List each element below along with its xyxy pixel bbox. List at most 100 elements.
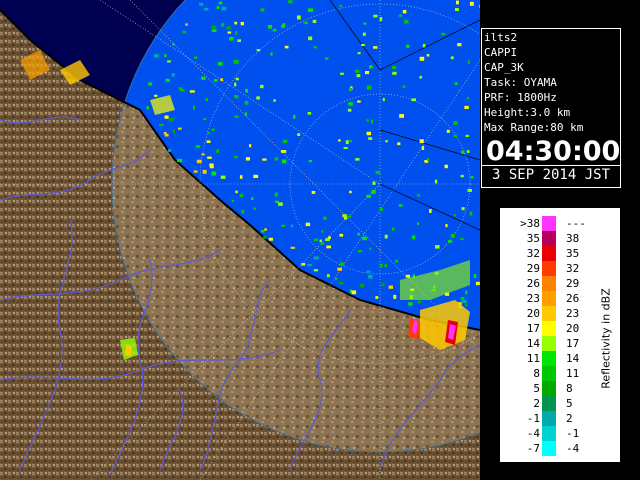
legend-lower-bound: 8 [533, 367, 540, 380]
echo-pixel [235, 77, 239, 81]
echo-pixel [281, 24, 285, 28]
echo-pixel [326, 245, 331, 249]
echo-pixel [382, 98, 385, 102]
echo-pixel [340, 72, 344, 75]
echo-pixel [220, 175, 226, 179]
echo-pixel [349, 139, 352, 143]
echo-pixel [399, 114, 404, 118]
echo-pixel [171, 73, 175, 77]
echo-pixel [205, 98, 209, 102]
echo-pixel [320, 242, 324, 245]
echo-pixel [172, 43, 175, 46]
legend-lower-bound: >38 [520, 217, 540, 230]
echo-pixel [435, 245, 440, 249]
echo-pixel [357, 250, 363, 253]
echo-pixel [260, 8, 265, 12]
echo-pixel [419, 75, 422, 79]
legend-lower-bound: 26 [526, 277, 540, 290]
legend-color-swatch [542, 441, 556, 456]
legend-upper-bound: 38 [566, 232, 580, 245]
echo-pixel [392, 227, 395, 231]
echo-pixel [201, 153, 205, 156]
echo-pixel [361, 44, 365, 47]
echo-pixel [281, 150, 287, 153]
legend-color-swatch [542, 306, 556, 321]
observation-date: 3 SEP 2014 JST [492, 167, 611, 183]
echo-pixel [366, 85, 372, 90]
echo-pixel [211, 25, 217, 29]
echo-pixel [373, 14, 378, 18]
echo-pixel [369, 65, 373, 69]
legend-color-swatch [542, 261, 556, 276]
echo-pixel [233, 59, 239, 64]
legend-lower-bound: 2 [533, 397, 540, 410]
echo-pixel [372, 181, 376, 185]
echo-pixel [313, 269, 318, 272]
echo-pixel [244, 112, 247, 116]
echo-pixel [417, 194, 420, 197]
echo-pixel [164, 115, 169, 119]
echo-pixel [194, 56, 198, 59]
echo-pixel [394, 259, 399, 263]
echo-pixel [274, 192, 278, 197]
echo-pixel [256, 49, 261, 52]
echo-pixel [234, 21, 238, 25]
echo-pixel [342, 214, 347, 218]
echo-pixel [469, 211, 473, 216]
echo-pixel [402, 10, 407, 14]
echo-pixel [313, 46, 317, 49]
echo-pixel [461, 207, 465, 211]
echo-pixel [466, 97, 470, 100]
legend-upper-bound: 29 [566, 277, 580, 290]
echo-pixel [235, 31, 238, 35]
echo-pixel [457, 43, 462, 47]
echo-pixel [311, 191, 316, 194]
legend-lower-bound: 11 [526, 352, 540, 365]
echo-pixel [182, 30, 187, 34]
echo-pixel [189, 90, 195, 93]
echo-pixel [245, 88, 248, 93]
echo-pixel [357, 52, 361, 55]
echo-pixel [479, 4, 480, 8]
echo-pixel [365, 71, 370, 75]
echo-pixel [249, 144, 252, 148]
echo-pixel [229, 36, 234, 41]
echo-pixel [244, 101, 249, 105]
radar-map[interactable] [0, 0, 480, 480]
echo-pixel [421, 146, 425, 150]
echo-pixel [460, 174, 464, 178]
echo-pixel [384, 234, 388, 239]
echo-pixel [360, 284, 365, 288]
legend-upper-bound: 8 [566, 382, 573, 395]
echo-pixel [267, 25, 273, 29]
echo-pixel [373, 46, 378, 49]
echo-pixel [268, 237, 274, 241]
echo-pixel [375, 296, 379, 299]
legend-lower-bound: 23 [526, 292, 540, 305]
echo-pixel [349, 190, 352, 194]
legend-lower-bound: -7 [526, 442, 540, 455]
echo-pixel [282, 139, 288, 143]
echo-pixel [340, 262, 345, 266]
echo-pixel [217, 62, 223, 66]
echo-pixel [303, 21, 309, 24]
echo-pixel [239, 194, 244, 198]
echo-pixel [366, 119, 369, 122]
echo-pixel [465, 290, 468, 295]
echo-pixel [221, 6, 227, 11]
echo-pixel [253, 207, 257, 210]
echo-pixel [313, 256, 319, 260]
echo-pixel [405, 274, 411, 278]
echo-pixel [426, 54, 430, 57]
legend-row: -4 -1 [500, 426, 620, 441]
echo-pixel [393, 294, 397, 299]
echo-pixel [379, 17, 383, 21]
echo-pixel [369, 247, 372, 250]
legend-upper-bound: -4 [566, 442, 580, 455]
echo-pixel [281, 224, 285, 227]
echo-pixel [404, 19, 409, 24]
legend-upper-bound: 20 [566, 322, 580, 335]
echo-pixel [185, 23, 188, 26]
legend-lower-bound: -4 [526, 427, 540, 440]
echo-pixel [293, 114, 296, 119]
